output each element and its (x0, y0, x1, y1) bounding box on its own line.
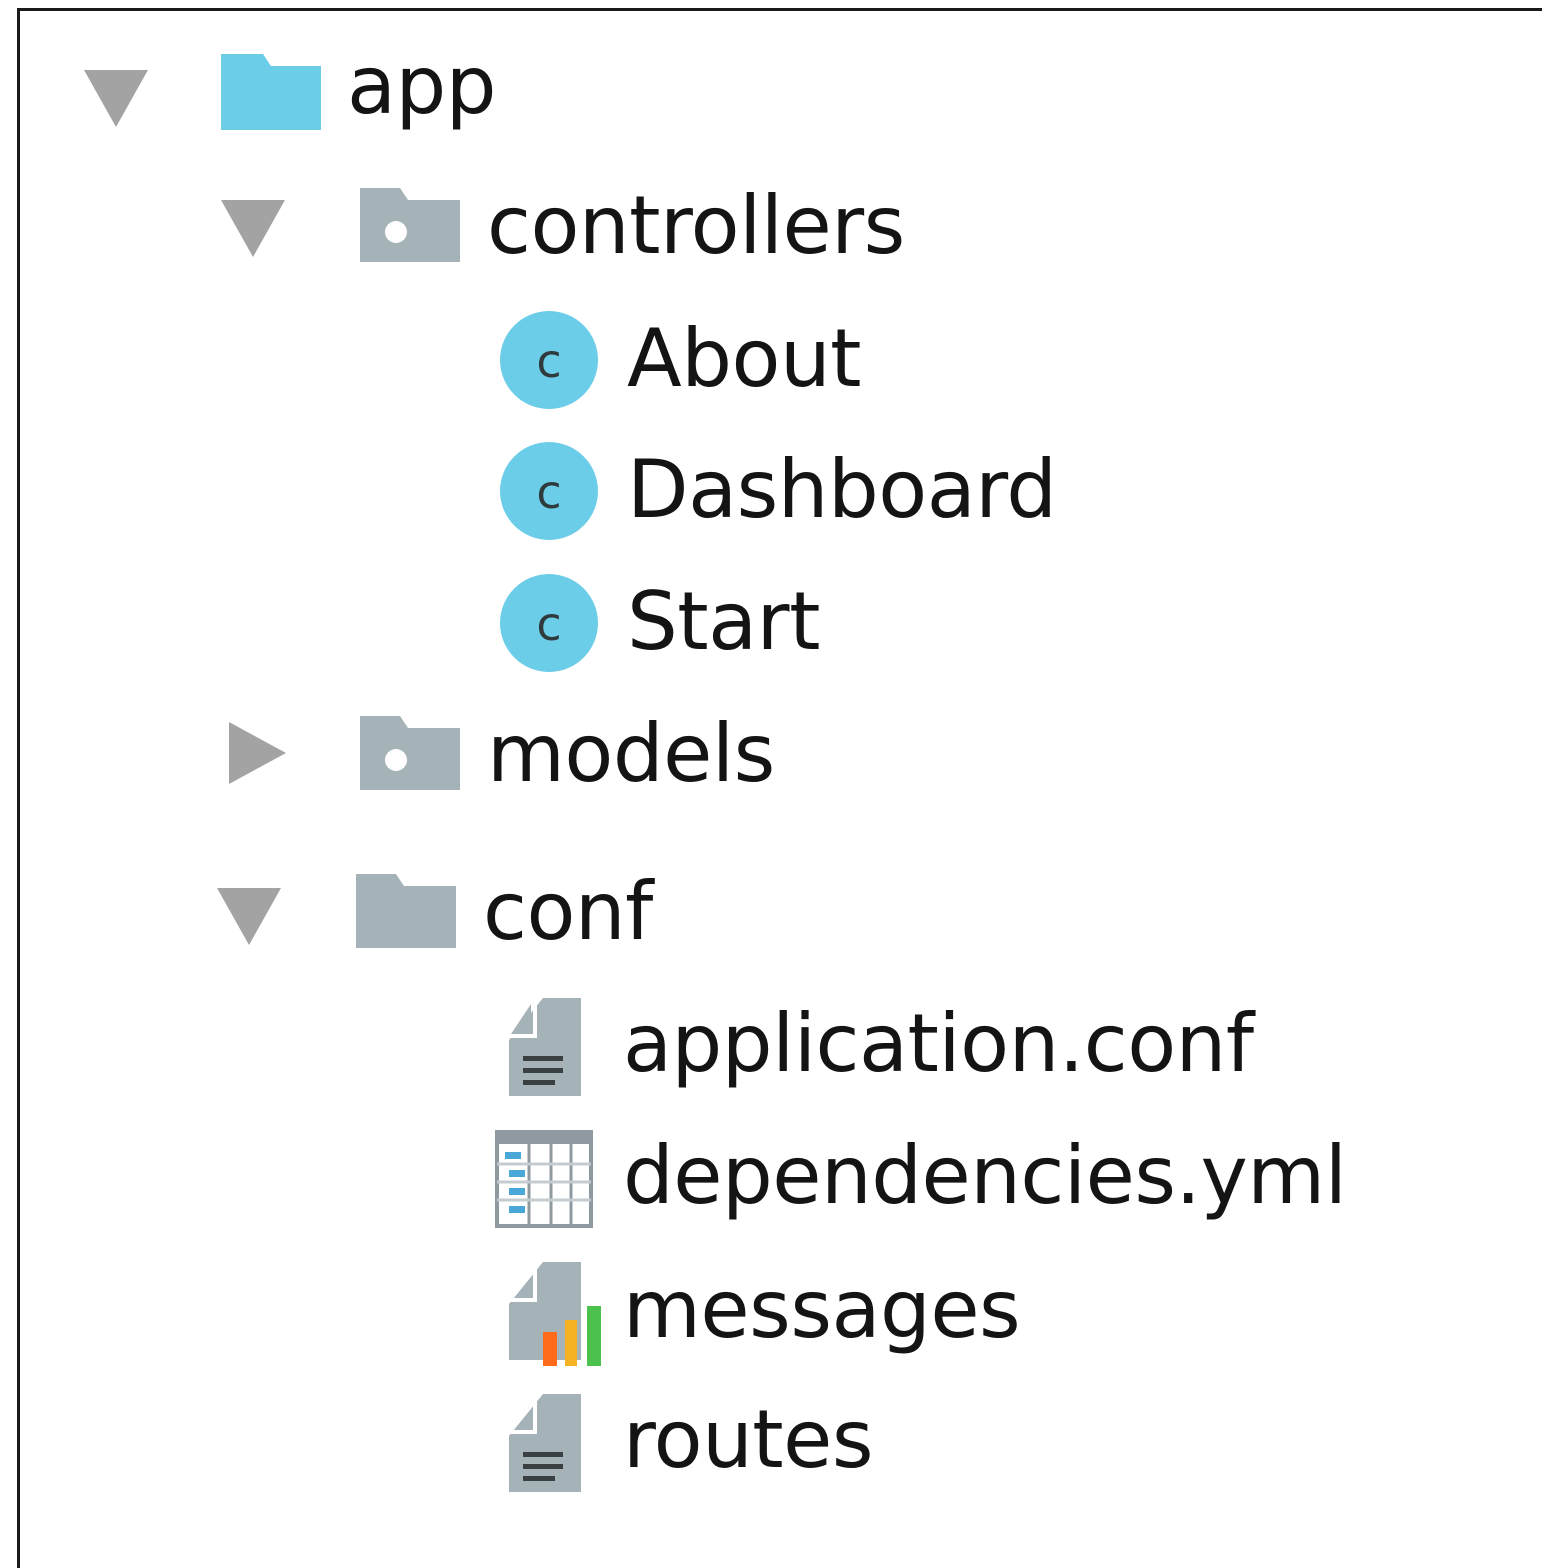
svg-text:c: c (536, 597, 561, 651)
tree-node-label: application.conf (623, 997, 1254, 1090)
class-icon: c (500, 442, 598, 540)
class-icon: c (500, 574, 598, 672)
folder-icon (221, 54, 321, 130)
tree-node-label: app (347, 39, 497, 132)
text-file-icon (509, 1394, 581, 1492)
tree-node-dashboard[interactable]: c Dashboard (0, 434, 1500, 544)
tree-node-controllers[interactable]: controllers (0, 170, 1500, 280)
package-folder-icon (360, 188, 460, 262)
tree-node-models[interactable]: models (0, 700, 1500, 810)
expand-arrow-icon[interactable] (221, 200, 285, 257)
tree-node-about[interactable]: c About (0, 303, 1500, 413)
tree-node-messages[interactable]: messages (0, 1256, 1500, 1366)
tree-node-conf[interactable]: conf (0, 858, 1500, 968)
tree-node-label: Dashboard (627, 443, 1057, 536)
tree-node-label: Start (627, 575, 820, 668)
expand-arrow-icon[interactable] (84, 70, 148, 127)
yaml-file-icon (495, 1130, 593, 1228)
svg-text:c: c (536, 465, 561, 519)
class-icon: c (500, 311, 598, 409)
folder-icon (356, 874, 456, 948)
tree-node-routes[interactable]: routes (0, 1386, 1500, 1496)
tree-node-label: dependencies.yml (623, 1129, 1347, 1222)
tree-node-label: conf (483, 865, 653, 958)
collapse-arrow-icon[interactable] (229, 722, 286, 784)
tree-node-label: routes (623, 1393, 874, 1486)
tree-node-label: About (627, 312, 862, 405)
tree-node-start[interactable]: c Start (0, 566, 1500, 676)
tree-node-label: models (487, 707, 775, 800)
tree-node-application-conf[interactable]: application.conf (0, 990, 1500, 1100)
svg-text:c: c (536, 334, 561, 388)
package-folder-icon (360, 716, 460, 790)
expand-arrow-icon[interactable] (217, 888, 281, 945)
text-file-icon (509, 998, 581, 1096)
tree-node-app[interactable]: app (0, 40, 1500, 150)
properties-file-icon (509, 1262, 601, 1366)
tree-node-label: controllers (487, 179, 905, 272)
tree-node-label: messages (623, 1263, 1021, 1356)
tree-node-dependencies-yml[interactable]: dependencies.yml (0, 1122, 1500, 1232)
